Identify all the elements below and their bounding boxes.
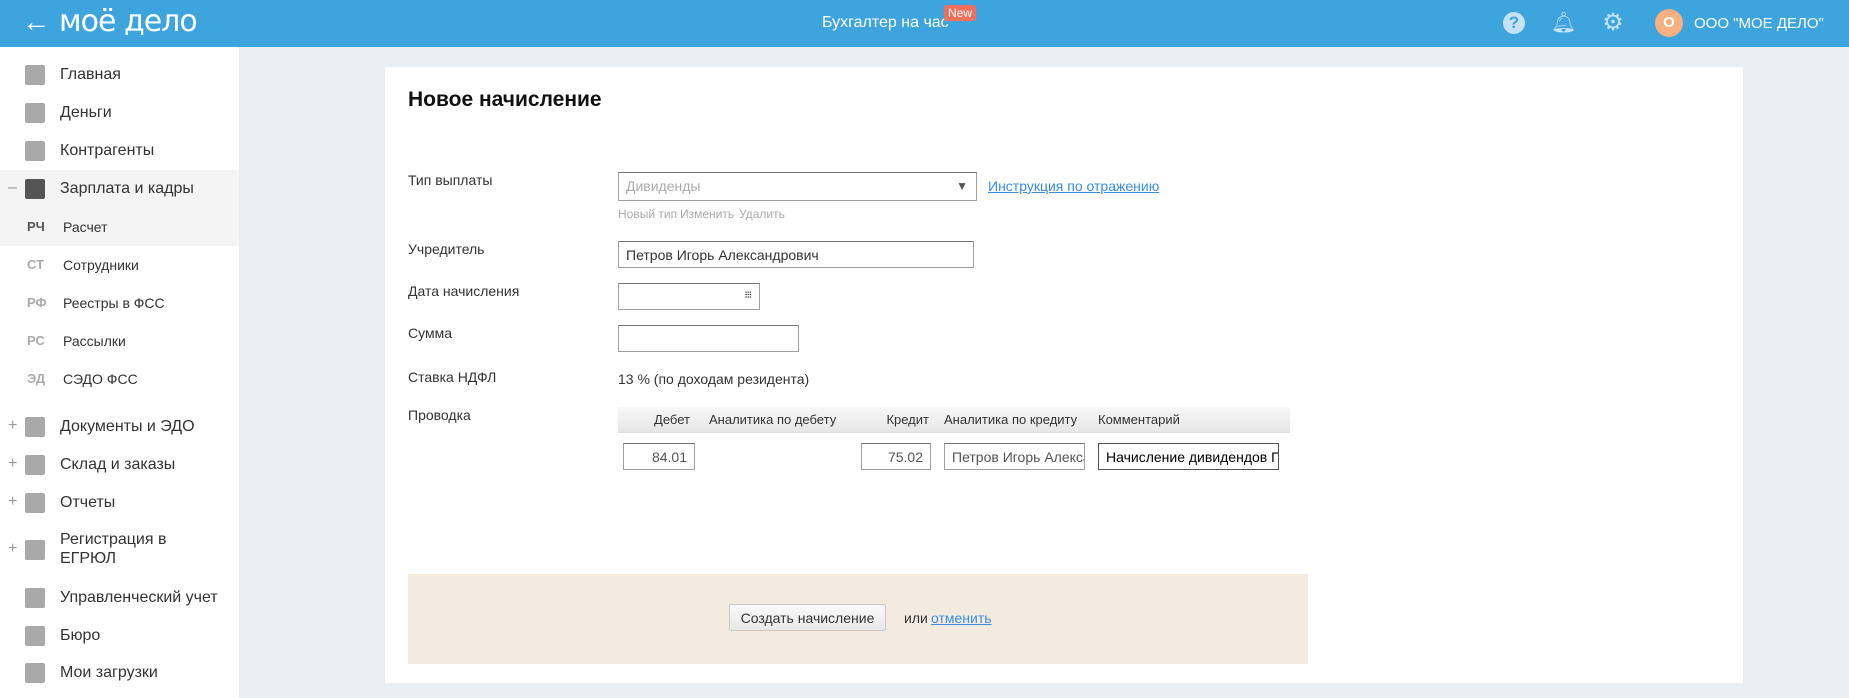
sidebar-subitem-fss-registers[interactable]: РФ Реестры в ФСС: [0, 284, 239, 322]
sidebar-subitem-mailings[interactable]: РС Рассылки: [0, 322, 239, 360]
arrow-left-icon[interactable]: ←: [22, 6, 50, 38]
report-icon: [25, 493, 45, 513]
money-icon: [25, 103, 45, 123]
expand-toggle[interactable]: +: [8, 493, 17, 511]
column-credit-analytics: Аналитика по кредиту: [944, 412, 1078, 427]
comment-input[interactable]: Начисление дивидендов Петров Игорь Алекс…: [1098, 443, 1279, 470]
sidebar-item-label: Склад и заказы: [60, 456, 176, 473]
ndfl-label: Ставка НДФЛ: [408, 369, 497, 385]
calendar-icon[interactable]: ⁝⁝⁝: [744, 284, 751, 309]
sidebar-item-label: Главная: [60, 66, 121, 83]
subitem-label: Расчет: [63, 219, 108, 235]
sidebar: Главная Деньги Контрагенты – Зарплата и к…: [0, 47, 239, 698]
folder-icon: [25, 663, 45, 683]
posting-table-header: Дебет Аналитика по дебету Кредит Аналити…: [618, 407, 1290, 433]
sidebar-item-label: Документы и ЭДО: [60, 418, 195, 435]
sidebar-subitem-sedo[interactable]: ЭД СЭДО ФСС: [0, 360, 239, 398]
folder-icon: [25, 417, 45, 437]
subitem-abbr: СТ: [27, 257, 45, 272]
ndfl-value: 13 % (по доходам резидента): [618, 371, 810, 387]
page-title: Новое начисление: [408, 88, 602, 111]
sidebar-item-label: Зарплата и кадры: [60, 180, 194, 197]
or-text: или: [904, 610, 928, 626]
sidebar-item-label: Контрагенты: [60, 142, 155, 159]
sidebar-item-contractors[interactable]: Контрагенты: [0, 132, 239, 170]
sidebar-item-label: Управленческий учет: [60, 589, 218, 606]
registration-icon: [25, 540, 45, 560]
sidebar-subitem-calc[interactable]: РЧ Расчет: [0, 208, 239, 246]
credit-analytics-input[interactable]: Петров Игорь Александрович: [944, 443, 1085, 470]
sidebar-item-warehouse[interactable]: + Склад и заказы: [0, 446, 239, 484]
bell-icon[interactable]: 🔔︎: [1551, 11, 1576, 35]
expand-toggle[interactable]: +: [8, 540, 17, 558]
sum-input[interactable]: [618, 325, 799, 352]
sidebar-subitem-employees[interactable]: СТ Сотрудники: [0, 246, 239, 284]
instruction-link[interactable]: Инструкция по отражению: [988, 178, 1159, 194]
collapse-toggle[interactable]: –: [8, 179, 17, 197]
column-debit: Дебет: [654, 412, 690, 427]
expand-toggle[interactable]: +: [8, 455, 17, 473]
wallet-icon: [25, 179, 45, 199]
posting-label: Проводка: [408, 407, 471, 423]
date-input[interactable]: ⁝⁝⁝: [618, 283, 760, 310]
sidebar-item-label: Деньги: [60, 104, 112, 121]
sidebar-item-registration[interactable]: + Регистрация в ЕГРЮЛ: [0, 522, 239, 578]
subitem-abbr: ЭД: [27, 371, 46, 386]
sum-label: Сумма: [408, 325, 452, 341]
warehouse-icon: [25, 455, 45, 475]
date-label: Дата начисления: [408, 283, 520, 299]
briefcase-icon: [25, 626, 45, 646]
company-name[interactable]: ООО "МОЕ ДЕЛО": [1694, 15, 1824, 32]
column-credit: Кредит: [886, 412, 929, 427]
new-type-link[interactable]: Новый тип: [618, 207, 677, 221]
dropdown-arrow-icon: ▼: [956, 179, 968, 193]
create-accrual-button[interactable]: Создать начисление: [729, 604, 886, 631]
sidebar-item-money[interactable]: Деньги: [0, 94, 239, 132]
subitem-label: Сотрудники: [63, 257, 139, 273]
ruble-icon: [25, 588, 45, 608]
payment-type-label: Тип выплаты: [408, 172, 493, 188]
help-icon[interactable]: ?: [1503, 12, 1525, 34]
edit-type-link[interactable]: Изменить: [680, 207, 734, 221]
sidebar-item-home[interactable]: Главная: [0, 56, 239, 94]
subitem-abbr: РС: [27, 333, 45, 348]
payment-type-select[interactable]: Дивиденды ▼: [618, 172, 977, 201]
sidebar-item-label: Бюро: [60, 627, 101, 644]
logo[interactable]: моё дело: [59, 4, 198, 39]
sidebar-item-label: Мои загрузки: [60, 664, 158, 681]
new-badge: New: [944, 5, 977, 21]
service-link[interactable]: Бухгалтер на час: [822, 14, 949, 32]
selected-value: Дивиденды: [626, 178, 701, 194]
cancel-link[interactable]: отменить: [931, 610, 992, 626]
sidebar-item-documents[interactable]: + Документы и ЭДО: [0, 408, 239, 446]
expand-toggle[interactable]: +: [8, 417, 17, 435]
sidebar-item-downloads[interactable]: Мои загрузки: [0, 654, 239, 692]
sidebar-item-salary[interactable]: – Зарплата и кадры: [0, 170, 239, 208]
contractor-icon: [25, 141, 45, 161]
credit-input[interactable]: 75.02: [861, 443, 931, 470]
sidebar-item-management[interactable]: Управленческий учет: [0, 579, 239, 617]
founder-label: Учредитель: [408, 241, 485, 257]
subitem-abbr: РЧ: [27, 219, 45, 234]
column-comment: Комментарий: [1098, 412, 1180, 427]
founder-input[interactable]: Петров Игорь Александрович: [618, 241, 974, 268]
subitem-label: Реестры в ФСС: [63, 295, 165, 311]
subitem-abbr: РФ: [27, 295, 47, 310]
delete-type-link[interactable]: Удалить: [739, 207, 785, 221]
top-bar: ← моё дело Бухгалтер на час New ? 🔔︎ ⚙ О…: [0, 0, 1849, 47]
sidebar-item-label: Отчеты: [60, 494, 116, 511]
sidebar-item-reports[interactable]: + Отчеты: [0, 484, 239, 522]
gear-icon[interactable]: ⚙: [1601, 11, 1625, 35]
subitem-label: Рассылки: [63, 333, 126, 349]
subitem-label: СЭДО ФСС: [63, 371, 138, 387]
home-icon: [25, 65, 45, 85]
sidebar-item-bureau[interactable]: Бюро: [0, 617, 239, 655]
sidebar-item-label: Регистрация в ЕГРЮЛ: [60, 531, 167, 567]
column-debit-analytics: Аналитика по дебету: [709, 412, 837, 427]
debit-input[interactable]: 84.01: [623, 443, 695, 470]
avatar[interactable]: О: [1655, 9, 1683, 37]
